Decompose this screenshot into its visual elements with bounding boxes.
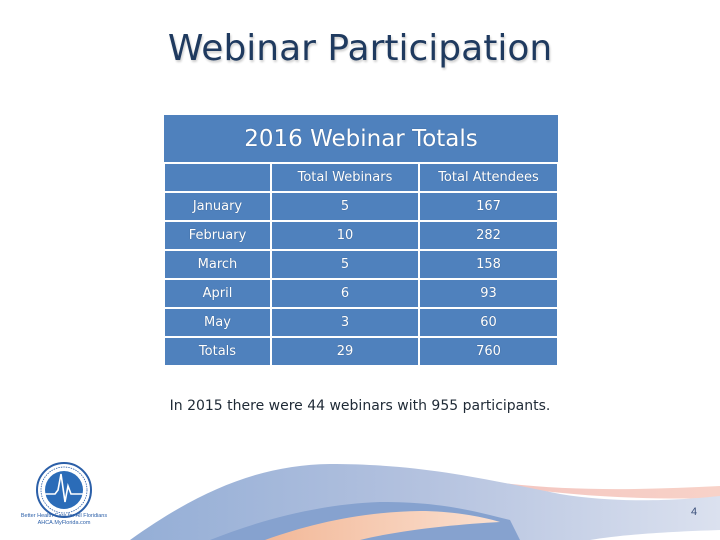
month-cell: April <box>163 278 272 309</box>
table-row: March 5 158 <box>163 249 560 280</box>
table-row: January 5 167 <box>163 191 560 222</box>
slide-title: Webinar Participation <box>167 28 553 69</box>
totals-label-cell: Totals <box>163 336 272 367</box>
table-row: February 10 282 <box>163 220 560 251</box>
webinar-totals-table: 2016 Webinar Totals Total Webinars Total… <box>163 115 560 367</box>
webinars-cell: 6 <box>270 278 420 309</box>
webinars-cell: 5 <box>270 191 420 222</box>
heartbeat-seal-icon <box>36 462 92 518</box>
totals-row: Totals 29 760 <box>163 336 560 367</box>
table-title: 2016 Webinar Totals <box>164 115 559 164</box>
webinars-cell: 5 <box>270 249 420 280</box>
month-cell: February <box>163 220 272 251</box>
logo-subline: AHCA.MyFlorida.com <box>37 520 91 526</box>
attendees-cell: 93 <box>417 278 560 309</box>
webinars-cell: 3 <box>270 307 420 338</box>
month-cell: March <box>163 249 272 280</box>
webinars-cell: 10 <box>270 220 420 251</box>
column-header-month <box>163 162 272 193</box>
attendees-cell: 167 <box>417 191 560 222</box>
table-row: April 6 93 <box>163 278 560 309</box>
totals-attendees-cell: 760 <box>417 336 560 367</box>
column-header-attendees: Total Attendees <box>417 162 560 193</box>
month-cell: May <box>163 307 272 338</box>
attendees-cell: 158 <box>417 249 560 280</box>
totals-webinars-cell: 29 <box>270 336 420 367</box>
month-cell: January <box>163 191 272 222</box>
column-header-webinars: Total Webinars <box>270 162 420 193</box>
page-number: 4 <box>691 506 698 518</box>
attendees-cell: 60 <box>417 307 560 338</box>
ahca-logo: Better Health Care for All Floridians AH… <box>8 460 120 535</box>
comparison-note: In 2015 there were 44 webinars with 955 … <box>169 398 551 414</box>
attendees-cell: 282 <box>417 220 560 251</box>
table-row: May 3 60 <box>163 307 560 338</box>
column-header-row: Total Webinars Total Attendees <box>163 162 560 193</box>
logo-tagline: Better Health Care for All Floridians <box>20 513 108 519</box>
